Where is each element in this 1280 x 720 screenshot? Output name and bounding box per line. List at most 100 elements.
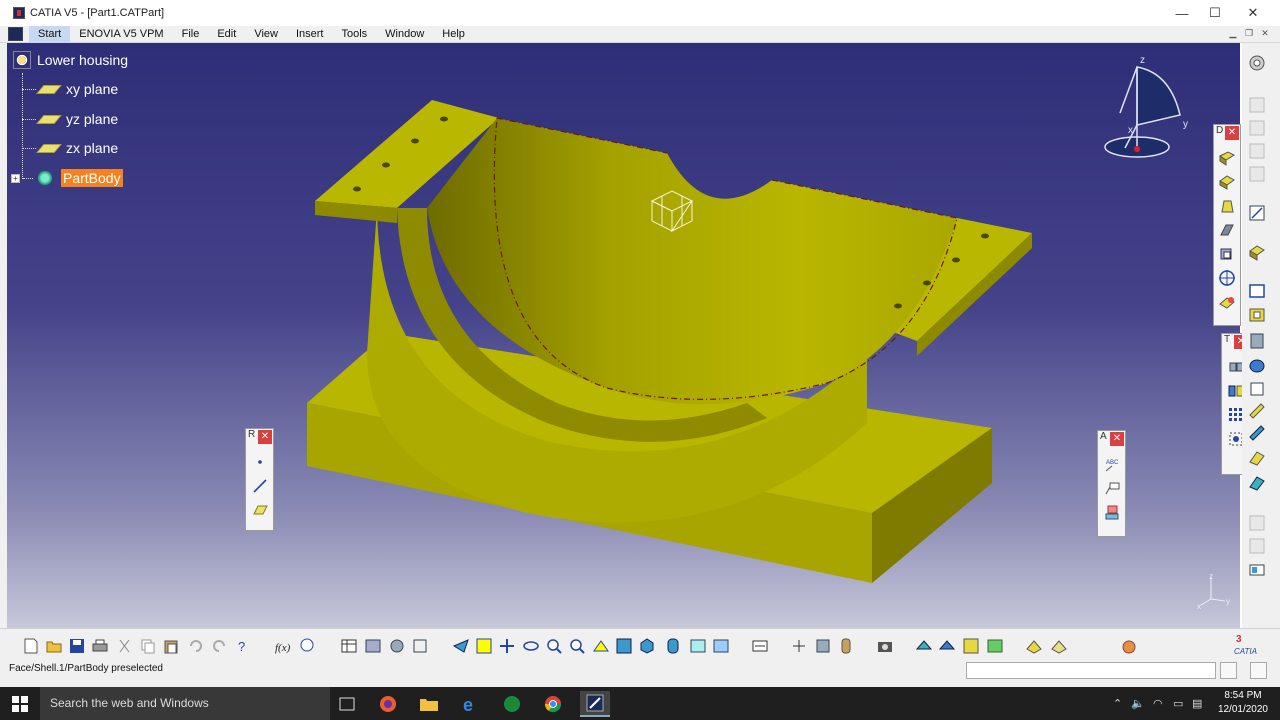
assemble-icon-disabled[interactable]	[1247, 536, 1267, 556]
document-menu-icon[interactable]	[8, 27, 23, 41]
menu-insert[interactable]: Insert	[287, 26, 333, 43]
stop-command-icon[interactable]	[1220, 662, 1237, 679]
task-view-icon[interactable]	[332, 691, 362, 717]
analysis-icon[interactable]	[915, 637, 933, 655]
firefox-icon[interactable]	[373, 691, 403, 717]
workbench-icon[interactable]	[1247, 53, 1267, 73]
knowledge-icon[interactable]	[298, 637, 316, 655]
remove-face-icon[interactable]	[1216, 291, 1238, 313]
flag-note-icon[interactable]	[1101, 477, 1123, 499]
iso-view-icon[interactable]	[638, 637, 656, 655]
render-icon[interactable]	[1025, 637, 1043, 655]
tree-root-label[interactable]: Lower housing	[37, 52, 128, 68]
edge-icon[interactable]: e	[455, 691, 485, 717]
draft-icon[interactable]	[1216, 195, 1238, 217]
print-icon[interactable]	[91, 637, 109, 655]
tree-item-zx-plane[interactable]: zx plane	[22, 140, 118, 156]
swap-visible-icon[interactable]	[712, 637, 730, 655]
chrome-icon[interactable]	[538, 691, 568, 717]
cut-icon[interactable]	[116, 637, 134, 655]
fillet-icon[interactable]	[1216, 147, 1238, 169]
curvature-analysis-icon[interactable]	[986, 637, 1004, 655]
fly-mode-icon[interactable]	[452, 637, 470, 655]
menu-help[interactable]: Help	[433, 26, 474, 43]
multi-section-solid-icon[interactable]	[1247, 448, 1267, 468]
removed-multi-section-icon[interactable]	[1247, 473, 1267, 493]
catia-workbench-icon[interactable]	[1120, 637, 1138, 655]
file-explorer-icon[interactable]	[414, 691, 444, 717]
tray-chevron-icon[interactable]: ⌃	[1113, 697, 1122, 710]
thickness-icon[interactable]	[1216, 243, 1238, 265]
thread-icon[interactable]	[1216, 267, 1238, 289]
menu-enovia[interactable]: ENOVIA V5 VPM	[70, 26, 172, 43]
fit-all-icon[interactable]	[475, 637, 493, 655]
zoom-in-icon[interactable]	[545, 637, 563, 655]
hole-feature-icon[interactable]	[1247, 305, 1267, 325]
toolbar-handle[interactable]: R ✕	[246, 429, 273, 445]
app-green-icon[interactable]	[497, 691, 527, 717]
expand-icon[interactable]: +	[11, 173, 20, 183]
maximize-button[interactable]: ☐	[1196, 0, 1234, 26]
battery-icon[interactable]: ▭	[1173, 697, 1183, 710]
catalog-icon[interactable]	[364, 637, 382, 655]
tree-root[interactable]: Lower housing	[13, 51, 128, 69]
instantiate-icon[interactable]	[388, 637, 406, 655]
normal-view-icon[interactable]	[592, 637, 610, 655]
lower-housing-part[interactable]	[7, 43, 1240, 628]
menu-file[interactable]: File	[173, 26, 209, 43]
redo-icon[interactable]	[210, 637, 228, 655]
close-icon[interactable]: ✕	[1110, 432, 1124, 446]
plane-icon[interactable]	[249, 499, 271, 521]
menu-view[interactable]: View	[245, 26, 287, 43]
scan-icon[interactable]	[411, 637, 429, 655]
shaft-icon[interactable]	[1247, 331, 1267, 351]
line-icon[interactable]	[249, 475, 271, 497]
catia-taskbar-icon[interactable]	[580, 691, 610, 717]
pan-icon[interactable]	[498, 637, 516, 655]
open-folder-icon[interactable]	[45, 637, 63, 655]
pocket-icon[interactable]	[1247, 281, 1267, 301]
table-icon[interactable]	[340, 637, 358, 655]
3d-annotation-icon[interactable]	[1101, 501, 1123, 523]
close-icon[interactable]: ✕	[258, 430, 272, 444]
stiffener-icon[interactable]	[1247, 423, 1267, 443]
volume-icon[interactable]: 🔈	[1131, 697, 1145, 710]
menu-window[interactable]: Window	[376, 26, 433, 43]
taskbar-search-box[interactable]: Search the web and Windows	[40, 687, 330, 720]
zoom-out-icon[interactable]	[568, 637, 586, 655]
apply-material-icon[interactable]	[938, 637, 956, 655]
menu-start[interactable]: Start	[29, 25, 71, 43]
update-icon[interactable]	[751, 637, 769, 655]
tree-item-xy-plane[interactable]: xy plane	[22, 81, 118, 97]
capture-icon[interactable]	[876, 637, 894, 655]
doc-restore-icon[interactable]: ❐	[1242, 28, 1256, 40]
formula-icon[interactable]: f(x)	[274, 637, 292, 655]
chamfer-icon[interactable]	[1216, 171, 1238, 193]
undo-icon[interactable]	[187, 637, 205, 655]
sketch-icon-disabled[interactable]	[1247, 95, 1267, 115]
measure-icon[interactable]	[1247, 560, 1267, 580]
boolean-icon-disabled[interactable]	[1247, 513, 1267, 533]
slot-icon[interactable]	[1247, 401, 1267, 421]
multi-view-icon[interactable]	[615, 637, 633, 655]
windows-start-button[interactable]	[0, 687, 40, 720]
point-icon[interactable]	[249, 451, 271, 473]
paste-icon[interactable]	[162, 637, 180, 655]
whats-this-icon[interactable]: ?	[235, 637, 253, 655]
power-input-icon[interactable]	[1250, 662, 1267, 679]
tree-item-partbody[interactable]: + PartBody	[11, 168, 123, 188]
pad-icon[interactable]	[1247, 243, 1267, 263]
draft-analysis-icon[interactable]	[962, 637, 980, 655]
shading-icon[interactable]	[664, 637, 682, 655]
exit-workbench-icon-disabled[interactable]	[1247, 141, 1267, 161]
tree-item-yz-plane[interactable]: yz plane	[22, 111, 118, 127]
close-icon[interactable]: ✕	[1225, 126, 1239, 140]
doc-minimize-icon[interactable]: ▁	[1226, 28, 1240, 40]
compass-widget[interactable]: z y x	[1100, 53, 1200, 163]
network-icon[interactable]: ◠	[1153, 697, 1163, 710]
hide-show-icon[interactable]	[689, 637, 707, 655]
command-input[interactable]	[966, 662, 1216, 679]
new-file-icon[interactable]	[22, 637, 40, 655]
toolbar-handle[interactable]: D ✕	[1214, 125, 1240, 141]
groove-icon[interactable]	[1247, 356, 1267, 376]
